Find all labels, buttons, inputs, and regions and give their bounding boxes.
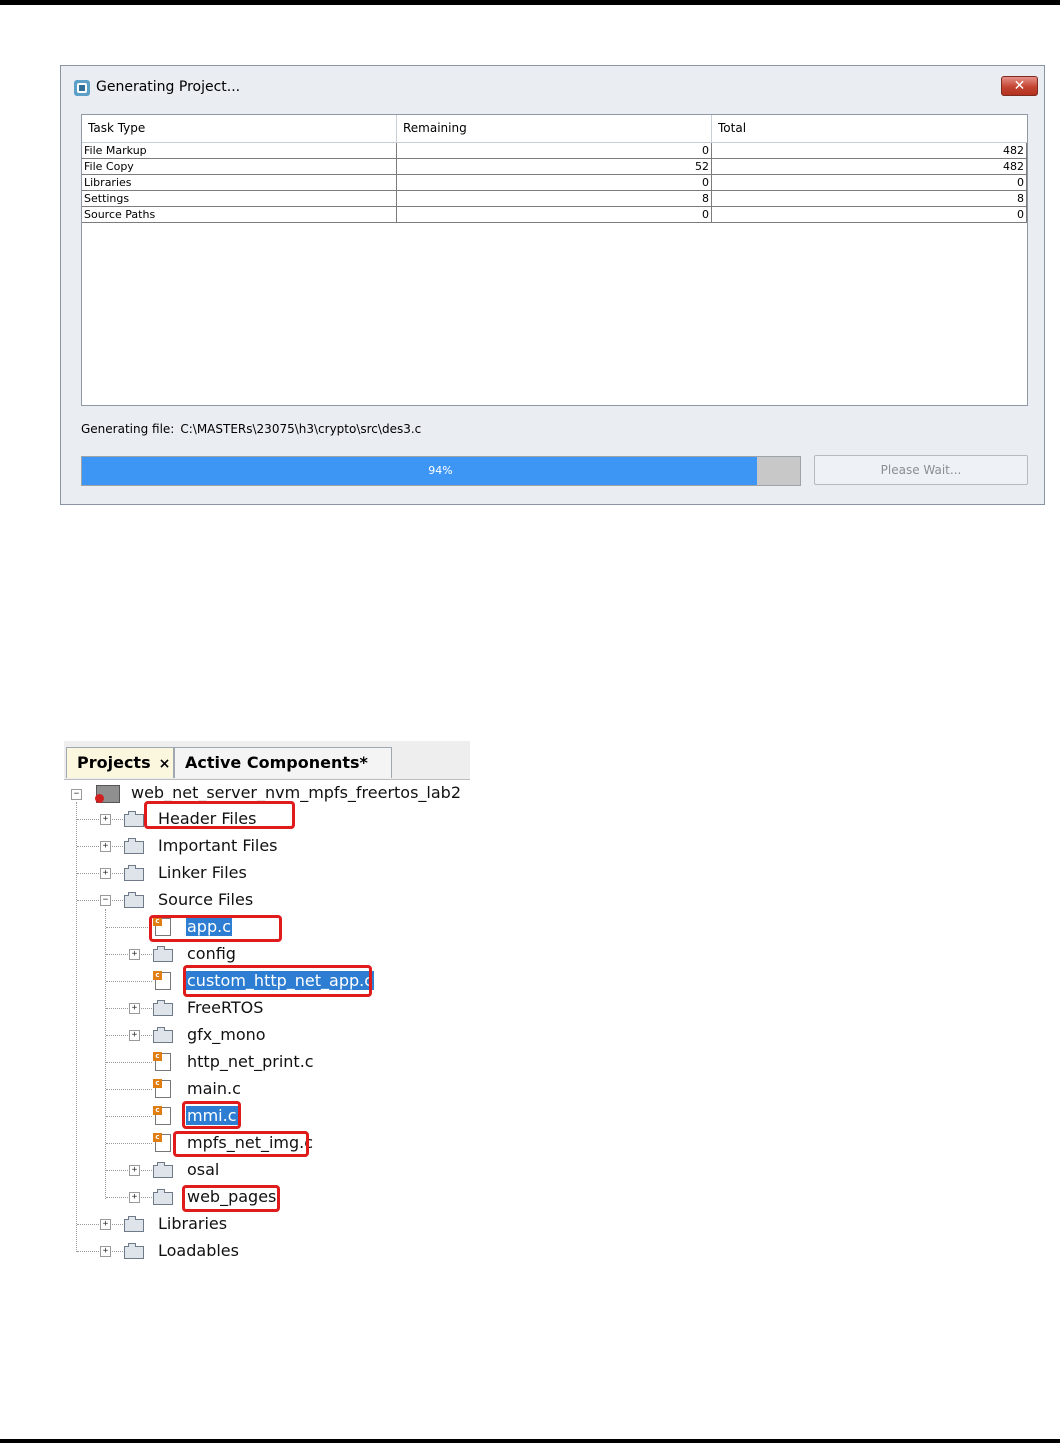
tree-item-http-net-print-c[interactable]: http_net_print.c	[186, 1051, 315, 1073]
progress-bar: 94%	[81, 456, 801, 486]
expand-icon[interactable]: +	[100, 814, 111, 825]
c-file-icon: c	[153, 1133, 171, 1152]
tree-item-main-c[interactable]: main.c	[186, 1078, 242, 1100]
total-cell: 482	[712, 143, 1027, 159]
highlight-box-header-files	[144, 801, 295, 829]
folder-icon	[124, 811, 144, 827]
status-path: C:\MASTERs\23075\h3\crypto\src\des3.c	[180, 422, 422, 436]
tree-connector	[106, 981, 152, 982]
folder-icon	[153, 1000, 173, 1016]
tree-connector	[106, 1062, 152, 1063]
project-name: web_net_server_nvm_mpfs_freertos_lab2	[131, 783, 462, 802]
expand-icon[interactable]: +	[129, 949, 140, 960]
tree-connector	[106, 1116, 152, 1117]
column-header-remaining[interactable]: Remaining	[397, 115, 712, 142]
highlight-box-custom-http-net-app-c	[183, 965, 372, 997]
folder-icon	[153, 1189, 173, 1205]
bottom-rule	[0, 1439, 1060, 1443]
folder-icon	[153, 946, 173, 962]
c-file-icon: c	[153, 971, 171, 990]
expand-icon[interactable]: +	[129, 1192, 140, 1203]
collapse-icon[interactable]: −	[71, 789, 82, 800]
tree-item-important-files[interactable]: Important Files	[157, 835, 279, 857]
please-wait-button[interactable]: Please Wait...	[814, 455, 1028, 485]
tree-guide-line	[76, 802, 77, 1252]
highlight-box-web-pages	[182, 1185, 280, 1212]
task-cell: File Markup	[82, 143, 397, 159]
total-cell: 0	[712, 207, 1027, 223]
remaining-cell: 0	[397, 175, 712, 191]
folder-open-icon	[124, 892, 144, 908]
c-file-icon: c	[153, 1079, 171, 1098]
expand-icon[interactable]: +	[100, 1246, 111, 1257]
folder-icon	[153, 1162, 173, 1178]
top-rule	[0, 0, 1060, 5]
folder-icon	[153, 1027, 173, 1043]
panel-tab-bar: Projects × Active Components*	[64, 741, 470, 780]
table-header: Task Type Remaining Total	[82, 115, 1027, 143]
expand-icon[interactable]: +	[100, 1219, 111, 1230]
highlight-box-mmi-c	[182, 1101, 241, 1129]
tree-item-osal[interactable]: osal	[186, 1159, 220, 1181]
collapse-icon[interactable]: −	[100, 895, 111, 906]
tree-item-config[interactable]: config	[186, 943, 237, 965]
table-row[interactable]: Source Paths 0 0	[82, 207, 1027, 223]
task-cell: File Copy	[82, 159, 397, 175]
mplab-harmony-icon	[74, 80, 90, 96]
folder-icon	[124, 1243, 144, 1259]
expand-icon[interactable]: +	[100, 841, 111, 852]
table-row[interactable]: Settings 8 8	[82, 191, 1027, 207]
dialog-title: Generating Project...	[96, 79, 241, 95]
folder-icon	[124, 1216, 144, 1232]
tree-guide-line	[105, 909, 106, 1199]
tree-item-gfx-mono[interactable]: gfx_mono	[186, 1024, 267, 1046]
total-cell: 8	[712, 191, 1027, 207]
total-cell: 482	[712, 159, 1027, 175]
task-cell: Source Paths	[82, 207, 397, 223]
projects-panel: Projects × Active Components* − web_net_s…	[64, 741, 470, 1271]
dialog-titlebar[interactable]: Generating Project... ✕	[61, 66, 1044, 110]
folder-icon	[124, 865, 144, 881]
highlight-box-app-c	[149, 915, 282, 942]
tab-projects[interactable]: Projects ×	[66, 747, 174, 778]
highlight-box-mpfs-net-img-c	[173, 1131, 309, 1157]
expand-icon[interactable]: +	[100, 868, 111, 879]
tree-item-freertos[interactable]: FreeRTOS	[186, 997, 264, 1019]
column-header-task-type[interactable]: Task Type	[82, 115, 397, 142]
expand-icon[interactable]: +	[129, 1003, 140, 1014]
tree-item-source-files[interactable]: Source Files	[157, 889, 254, 911]
tree-connector	[106, 1143, 152, 1144]
project-icon	[95, 785, 120, 803]
c-file-icon: c	[153, 1106, 171, 1125]
expand-icon[interactable]: +	[129, 1165, 140, 1176]
expand-icon[interactable]: +	[129, 1030, 140, 1041]
status-label: Generating file:	[81, 422, 175, 436]
remaining-cell: 52	[397, 159, 712, 175]
tab-close-icon[interactable]: ×	[159, 756, 171, 772]
tree-item-loadables[interactable]: Loadables	[157, 1240, 240, 1262]
tree-item-linker-files[interactable]: Linker Files	[157, 862, 248, 884]
folder-icon	[124, 838, 144, 854]
status-line: Generating file: C:\MASTERs\23075\h3\cryp…	[81, 422, 427, 436]
c-file-icon: c	[153, 1052, 171, 1071]
tree-connector	[106, 927, 152, 928]
progress-label: 94%	[428, 464, 453, 477]
tree-connector	[106, 1089, 152, 1090]
tab-projects-label: Projects	[77, 753, 151, 772]
generating-project-dialog: Generating Project... ✕ Task Type Remain…	[60, 65, 1045, 505]
tab-active-components[interactable]: Active Components*	[174, 747, 392, 778]
close-button[interactable]: ✕	[1001, 76, 1038, 96]
task-table: Task Type Remaining Total File Markup 0 …	[81, 114, 1028, 406]
column-header-total[interactable]: Total	[712, 115, 1027, 142]
total-cell: 0	[712, 175, 1027, 191]
task-cell: Settings	[82, 191, 397, 207]
task-cell: Libraries	[82, 175, 397, 191]
tree-item-libraries[interactable]: Libraries	[157, 1213, 228, 1235]
table-row[interactable]: Libraries 0 0	[82, 175, 1027, 191]
remaining-cell: 0	[397, 143, 712, 159]
remaining-cell: 8	[397, 191, 712, 207]
table-row[interactable]: File Copy 52 482	[82, 159, 1027, 175]
remaining-cell: 0	[397, 207, 712, 223]
table-row[interactable]: File Markup 0 482	[82, 143, 1027, 159]
